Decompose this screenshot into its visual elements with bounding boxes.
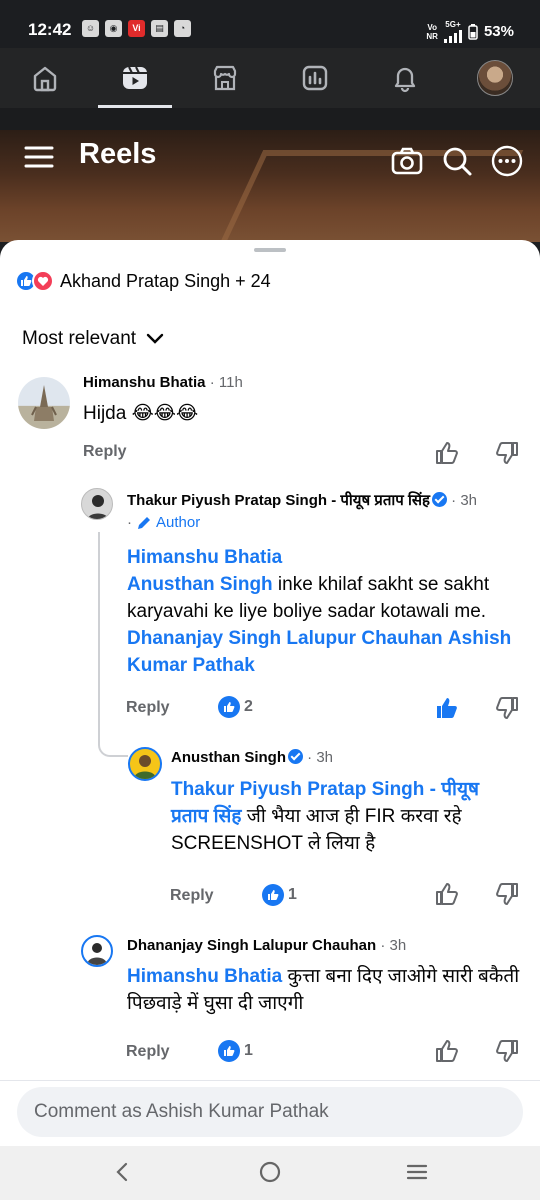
sort-label: Most relevant xyxy=(22,328,137,349)
dislike-outline-icon[interactable] xyxy=(494,881,520,907)
dislike-outline-icon[interactable] xyxy=(494,440,520,466)
tab-home[interactable] xyxy=(0,48,90,108)
snapchat-icon: ☺ xyxy=(82,20,99,37)
sort-dropdown[interactable]: Most relevant xyxy=(22,328,164,350)
profile-avatar xyxy=(477,60,513,96)
comment-text: Himanshu Bhatia Anusthan Singh inke khil… xyxy=(127,547,512,676)
home-icon xyxy=(33,66,57,92)
vi-icon: Vi xyxy=(128,20,145,37)
mention[interactable]: Himanshu Bhatia xyxy=(127,547,282,568)
comment-composer: Comment as Ashish Kumar Pathak xyxy=(0,1080,540,1146)
dislike-outline-icon[interactable] xyxy=(494,695,520,721)
top-nav xyxy=(0,48,540,108)
mention[interactable]: Himanshu Bhatia xyxy=(127,966,282,987)
notifications-icon xyxy=(394,67,416,93)
reactions-summary[interactable]: Akhand Pratap Singh + 24 xyxy=(15,270,271,292)
comment-author[interactable]: Dhananjay Singh Lalupur Chauhan · 3h xyxy=(127,937,406,954)
tab-profile[interactable] xyxy=(450,48,540,108)
verified-badge-icon xyxy=(431,492,447,507)
comment-author[interactable]: Thakur Piyush Pratap Singh - पीयूष प्रता… xyxy=(127,490,477,510)
chevron-down-icon xyxy=(146,333,164,344)
system-nav-bar xyxy=(0,1146,540,1200)
temple-photo xyxy=(31,385,57,421)
reply-button[interactable]: Reply xyxy=(126,1043,170,1061)
status-time: 12:42 xyxy=(28,20,72,39)
comment-text: Hijda 😂😂😂 xyxy=(83,403,199,424)
comment-text: Thakur Piyush Pratap Singh - पीयूष प्रता… xyxy=(171,779,479,854)
thread-connector xyxy=(98,532,128,757)
like-reaction-icon xyxy=(262,884,284,906)
avatar[interactable] xyxy=(81,488,113,520)
like-count[interactable]: 2 xyxy=(218,696,253,718)
dislike-outline-icon[interactable] xyxy=(494,1038,520,1064)
reply-button[interactable]: Reply xyxy=(126,699,170,717)
home-button-icon[interactable] xyxy=(257,1159,283,1185)
status-bar: 12:42 ☺ ◉ Vi ▤ ◔ Vo NR 5G+ 53% xyxy=(0,0,540,48)
comments-sheet: Akhand Pratap Singh + 24 Most relevant H… xyxy=(0,240,540,1146)
comment-text: Himanshu Bhatia कुत्ता बना दिए जाओगे सार… xyxy=(127,966,520,1014)
mention[interactable]: Dhananjay Singh Lalupur Chauhan xyxy=(127,628,443,649)
tab-marketplace[interactable] xyxy=(180,48,270,108)
avatar[interactable] xyxy=(81,935,113,967)
author-badge: · Author xyxy=(127,514,201,531)
profile-photo xyxy=(87,943,107,965)
love-reaction-icon xyxy=(32,270,54,292)
comment-input[interactable]: Comment as Ashish Kumar Pathak xyxy=(17,1087,523,1137)
battery-icon xyxy=(468,23,478,40)
tab-notifications[interactable] xyxy=(360,48,450,108)
reply-button[interactable]: Reply xyxy=(170,887,214,905)
reels-icon xyxy=(123,66,147,89)
video-background xyxy=(216,150,524,242)
profile-photo xyxy=(134,755,156,779)
profile-photo xyxy=(87,495,109,519)
pencil-icon xyxy=(138,516,150,529)
reply-button[interactable]: Reply xyxy=(83,443,127,461)
news-feed-icon xyxy=(302,65,328,91)
tab-news-feed[interactable] xyxy=(270,48,360,108)
reels-title: Reels xyxy=(79,138,157,170)
drag-handle[interactable] xyxy=(254,248,286,252)
like-filled-icon[interactable] xyxy=(434,695,460,721)
back-icon[interactable] xyxy=(110,1159,136,1185)
volte-indicator: Vo NR xyxy=(426,22,438,41)
comment-author[interactable]: Anusthan Singh · 3h xyxy=(171,749,333,766)
app-icon: ▤ xyxy=(151,20,168,37)
verified-badge-icon xyxy=(288,749,303,764)
like-outline-icon[interactable] xyxy=(434,440,460,466)
like-reaction-icon xyxy=(218,1040,240,1062)
menu-icon[interactable] xyxy=(24,142,54,172)
like-outline-icon[interactable] xyxy=(434,881,460,907)
search-icon[interactable] xyxy=(440,144,474,178)
tab-reels[interactable] xyxy=(90,48,180,108)
reactions-names: Akhand Pratap Singh + 24 xyxy=(60,270,271,291)
like-count[interactable]: 1 xyxy=(218,1040,253,1062)
comment-author[interactable]: Himanshu Bhatia · 11h xyxy=(83,374,243,391)
like-outline-icon[interactable] xyxy=(434,1038,460,1064)
avatar[interactable] xyxy=(128,747,162,781)
signal-bars-icon xyxy=(443,29,462,43)
compass-icon: ◔ xyxy=(174,20,191,37)
like-count[interactable]: 1 xyxy=(262,884,297,906)
marketplace-icon xyxy=(213,65,237,91)
more-options-icon[interactable] xyxy=(490,144,524,178)
battery-level: 53% xyxy=(483,23,514,40)
reels-header: Reels xyxy=(0,130,540,242)
recents-icon[interactable] xyxy=(404,1159,430,1185)
mention[interactable]: Anusthan Singh xyxy=(127,574,273,595)
camera-icon[interactable] xyxy=(390,144,424,178)
chat-icon: ◉ xyxy=(105,20,122,37)
notification-icons: ☺ ◉ Vi ▤ ◔ xyxy=(82,20,191,37)
status-right: Vo NR 5G+ 53% xyxy=(426,20,514,43)
avatar[interactable] xyxy=(18,377,70,429)
signal-indicator: 5G+ xyxy=(443,20,462,43)
like-reaction-icon xyxy=(218,696,240,718)
